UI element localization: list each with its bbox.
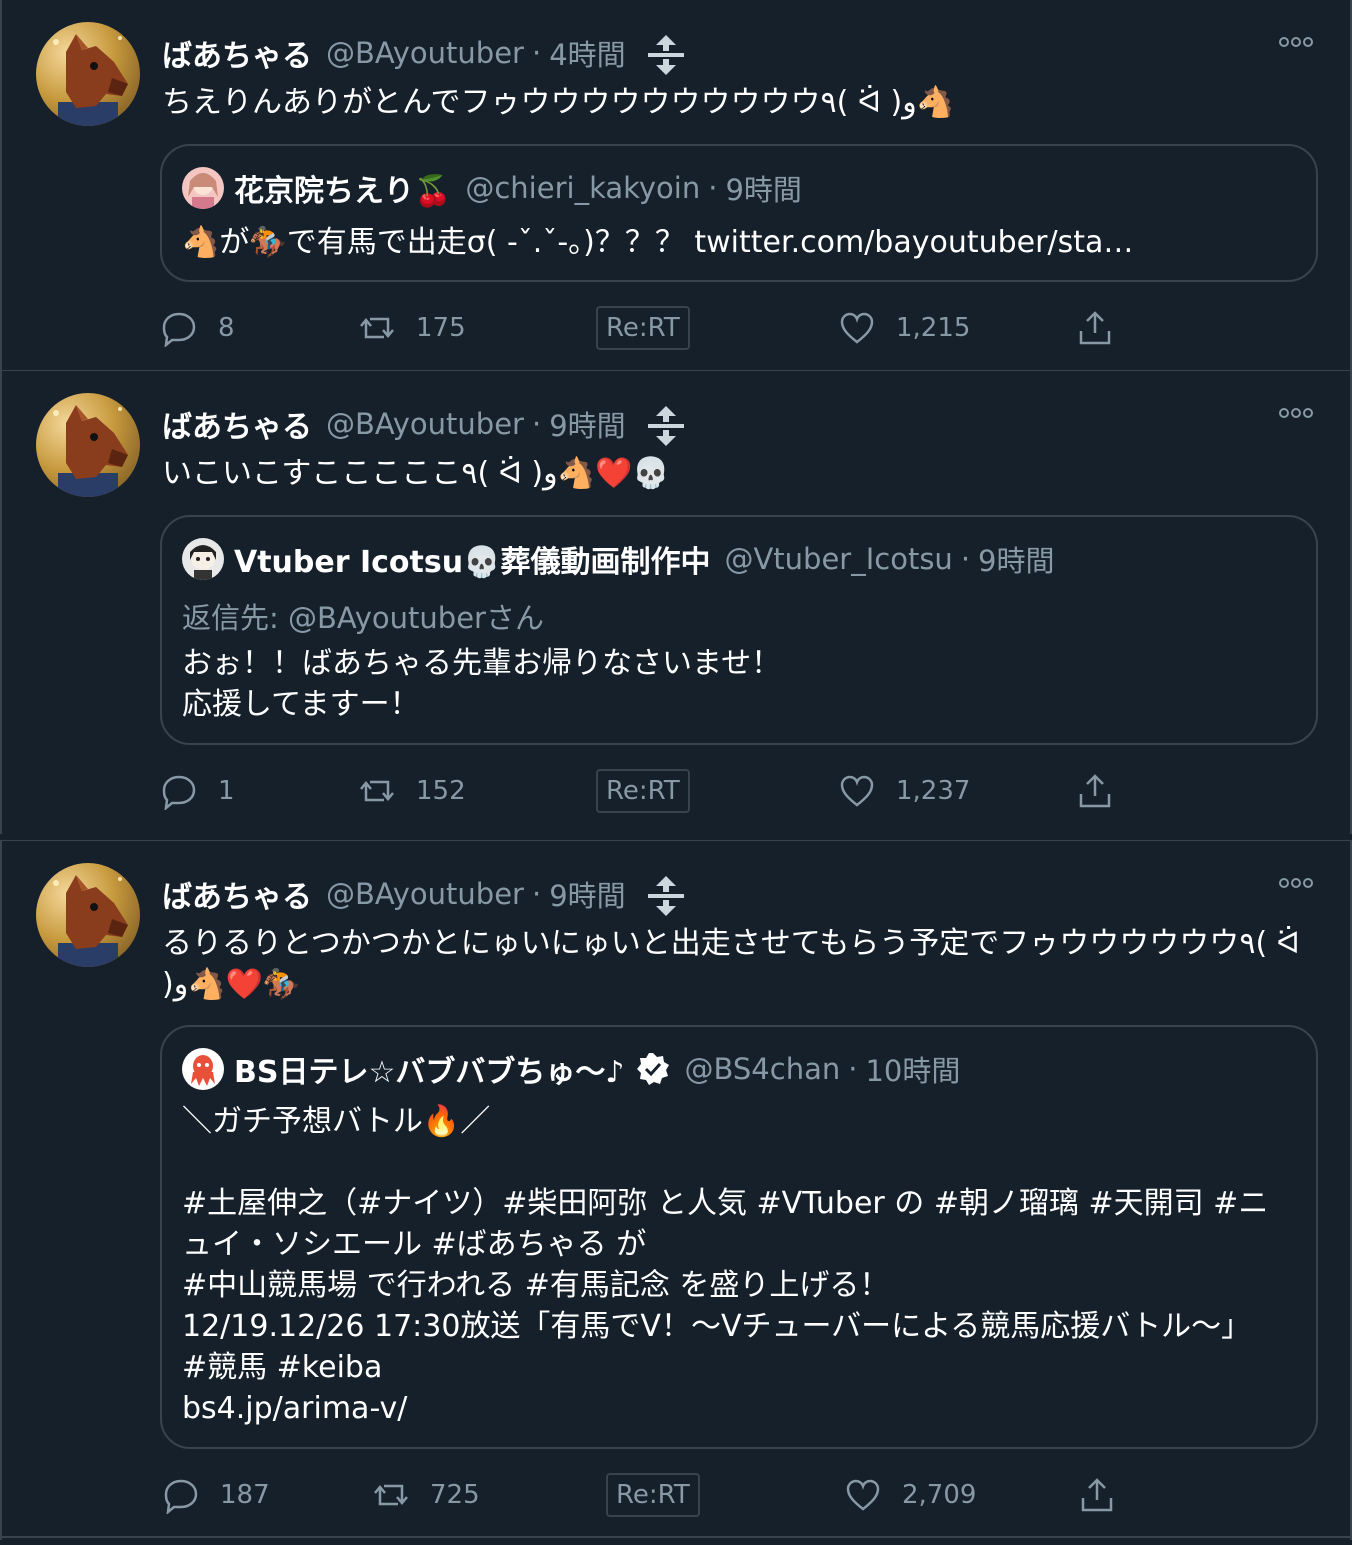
quoted-tweet[interactable]: Vtuber Icotsu💀葬儀動画制作中 @Vtuber_Icotsu · 9… (160, 515, 1318, 745)
like-button[interactable]: 2,709 (844, 1473, 976, 1517)
rert-button[interactable]: Re:RT (606, 1473, 700, 1517)
timestamp[interactable]: 9時間 (549, 873, 625, 915)
separator-dot: · (848, 1052, 858, 1086)
reply-count: 1 (218, 776, 235, 806)
quoted-text: 🐴が🏇で有馬で出走σ( -ˇ.ˇ-。)？？？ twitter.com/bayou… (182, 225, 1134, 260)
retweet-button[interactable]: 175 (358, 306, 466, 350)
tweet-actions: 8 175 Re:RT 1,215 (160, 306, 1160, 350)
author-name[interactable]: ばあちゃる (162, 872, 312, 916)
separator-dot: · (708, 171, 718, 205)
like-count: 1,237 (896, 776, 971, 806)
quoted-timestamp[interactable]: 9時間 (978, 538, 1054, 580)
author-handle[interactable]: @BAyoutuber (326, 36, 524, 70)
reply-icon (162, 775, 196, 810)
share-button[interactable] (1076, 306, 1114, 350)
tweet-actions: 187 725 Re:RT 2,709 (160, 1473, 1160, 1517)
like-button[interactable]: 1,237 (838, 769, 970, 813)
quoted-author-handle[interactable]: @BS4chan (685, 1052, 841, 1086)
tweet-actions: 1 152 Re:RT 1,237 (160, 769, 1160, 813)
quoted-tweet[interactable]: 花京院ちえり🍒 @chieri_kakyoin · 9時間 🐴が🏇で有馬で出走σ… (160, 144, 1318, 282)
quoted-timestamp[interactable]: 10時間 (865, 1048, 960, 1090)
author-handle[interactable]: @BAyoutuber (326, 407, 524, 441)
share-button[interactable] (1078, 1473, 1116, 1517)
reply-button[interactable]: 187 (162, 1473, 270, 1517)
rert-button[interactable]: Re:RT (596, 769, 690, 813)
tweet-text: るりるりとつかつかとにゅいにゅいと出走させてもらう予定でフゥウウウウウウ٩( ᐛ… (162, 926, 1310, 1002)
quoted-author-handle[interactable]: @Vtuber_Icotsu (724, 542, 952, 576)
chieri-avatar-icon (182, 167, 224, 209)
quoted-text: ＼ガチ予想バトル🔥／ #土屋伸之（#ナイツ）#柴田阿弥 と人気 #VTuber … (182, 1104, 1269, 1426)
more-icon[interactable] (1278, 873, 1314, 893)
tweet-1[interactable]: ばあちゃる @BAyoutuber · 4時間 ちえりんありがとんでフゥウウウウ… (0, 0, 1352, 372)
separator-dot: · (531, 877, 542, 911)
heart-icon (846, 1479, 880, 1511)
quoted-timestamp[interactable]: 9時間 (725, 167, 801, 209)
tweet-3[interactable]: ばあちゃる @BAyoutuber · 9時間 るりるりとつかつかとにゅいにゅい… (0, 840, 1352, 1540)
timestamp[interactable]: 4時間 (549, 32, 625, 74)
quoted-author-name[interactable]: BS日テレ☆バブバブちゅ～♪ (234, 1047, 625, 1091)
reply-icon (164, 1479, 198, 1514)
retweet-icon (374, 1484, 408, 1506)
retweet-icon (360, 317, 394, 339)
quoted-avatar[interactable] (182, 1048, 224, 1090)
like-count: 2,709 (902, 1480, 977, 1510)
avatar[interactable] (36, 863, 140, 967)
bs4chan-avatar-icon (182, 1048, 224, 1090)
quoted-author-name[interactable]: 花京院ちえり🍒 (234, 166, 451, 210)
like-count: 1,215 (896, 313, 971, 343)
avatar[interactable] (36, 393, 140, 497)
share-button[interactable] (1076, 769, 1114, 813)
swap-icon[interactable] (644, 402, 688, 446)
quoted-author-handle[interactable]: @chieri_kakyoin (465, 171, 700, 205)
reply-count: 187 (220, 1480, 270, 1510)
timestamp[interactable]: 9時間 (549, 403, 625, 445)
quoted-avatar[interactable] (182, 167, 224, 209)
retweet-count: 175 (416, 313, 466, 343)
retweet-button[interactable]: 725 (372, 1473, 480, 1517)
retweet-count: 725 (430, 1480, 480, 1510)
tweet-text: ちえりんありがとんでフゥウウウウウウウウウウ٩( ᐛ )و🐴 (162, 85, 955, 120)
separator-dot: · (960, 542, 971, 576)
avatar[interactable] (36, 22, 140, 126)
quoted-avatar[interactable] (182, 538, 224, 580)
quoted-author-name[interactable]: Vtuber Icotsu💀葬儀動画制作中 (234, 537, 710, 581)
reply-to-label[interactable]: 返信先: @BAyoutuberさん (182, 595, 544, 637)
swap-icon[interactable] (644, 31, 688, 75)
more-icon[interactable] (1278, 403, 1314, 423)
reply-icon (162, 312, 196, 347)
author-name[interactable]: ばあちゃる (162, 31, 312, 75)
reply-count: 8 (218, 313, 235, 343)
quoted-text: おぉ！！ばあちゃる先輩お帰りなさいませ！ 応援してますー！ (182, 646, 782, 722)
quoted-tweet[interactable]: BS日テレ☆バブバブちゅ～♪ @BS4chan · 10時間 ＼ガチ予想バトル🔥… (160, 1025, 1318, 1449)
heart-icon (840, 775, 874, 807)
retweet-count: 152 (416, 776, 466, 806)
author-handle[interactable]: @BAyoutuber (326, 877, 524, 911)
share-icon (1079, 774, 1111, 808)
more-icon[interactable] (1278, 32, 1314, 52)
icotsu-avatar-icon (182, 538, 224, 580)
like-button[interactable]: 1,215 (838, 306, 970, 350)
tweet-text: いこいこすこここここ٩( ᐛ )و🐴❤️💀 (162, 456, 670, 491)
horse-mask-avatar-icon (53, 875, 128, 967)
horse-mask-avatar-icon (53, 405, 128, 497)
tweet-2[interactable]: ばあちゃる @BAyoutuber · 9時間 いこいこすこここここ٩( ᐛ )… (0, 370, 1352, 834)
rert-button[interactable]: Re:RT (596, 306, 690, 350)
reply-button[interactable]: 8 (160, 306, 235, 350)
swap-icon[interactable] (644, 872, 688, 916)
author-name[interactable]: ばあちゃる (162, 402, 312, 446)
separator-dot: · (531, 407, 542, 441)
heart-icon (840, 312, 874, 344)
verified-icon (636, 1053, 669, 1085)
horse-mask-avatar-icon (53, 34, 128, 126)
retweet-icon (360, 780, 394, 802)
share-icon (1079, 311, 1111, 345)
bottom-divider (0, 1536, 1352, 1538)
share-icon (1081, 1478, 1113, 1512)
separator-dot: · (531, 36, 542, 70)
reply-button[interactable]: 1 (160, 769, 235, 813)
retweet-button[interactable]: 152 (358, 769, 466, 813)
